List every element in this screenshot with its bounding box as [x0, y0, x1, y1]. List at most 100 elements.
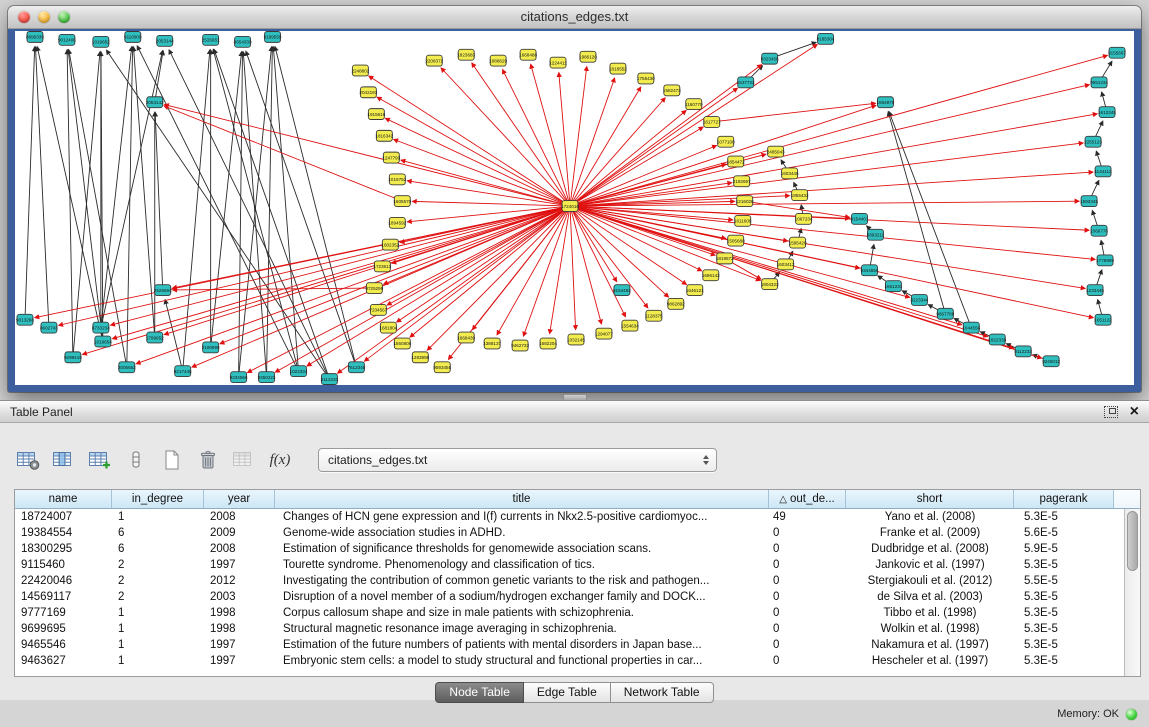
network-node[interactable]: 8112233 [321, 374, 339, 385]
network-node[interactable]: 1799652 [146, 332, 164, 343]
tab-edge-table[interactable]: Edge Table [524, 682, 611, 703]
network-node[interactable]: 1894592 [388, 217, 406, 228]
network-node[interactable]: 1617727 [703, 117, 721, 128]
network-node[interactable]: 1964879 [877, 97, 895, 108]
zoom-window-button[interactable] [58, 11, 70, 23]
network-edge[interactable] [59, 206, 570, 325]
network-node[interactable]: 9667788 [936, 308, 954, 319]
tab-node-table[interactable]: Node Table [435, 682, 524, 703]
network-edge[interactable] [169, 50, 329, 379]
network-node[interactable]: 2255123 [1084, 136, 1102, 147]
network-node[interactable]: 1128375 [645, 310, 663, 321]
network-edge[interactable] [570, 85, 1089, 206]
network-edge[interactable] [101, 47, 132, 328]
network-edge[interactable] [267, 47, 273, 377]
network-node[interactable]: 1088629 [489, 55, 507, 66]
network-node[interactable]: 1661231 [885, 281, 903, 292]
network-node[interactable]: 1646121 [686, 285, 704, 296]
network-edge[interactable] [377, 97, 570, 206]
network-edge[interactable] [155, 51, 163, 103]
network-node[interactable]: 1019652 [92, 36, 110, 47]
network-edge[interactable] [712, 103, 876, 122]
column-header-pagerank[interactable]: pagerank [1014, 490, 1114, 509]
table-row[interactable]: 1456911722003Disruption of a novel membe… [15, 589, 1125, 605]
network-node[interactable]: 9217446 [174, 366, 192, 377]
network-node[interactable]: 1651122 [1094, 314, 1112, 325]
table-row[interactable]: 1872400712008Changes of HCN gene express… [15, 509, 1125, 525]
network-edge[interactable] [307, 206, 570, 366]
network-node[interactable]: 2053142 [146, 97, 164, 108]
network-node[interactable]: 1915616 [367, 109, 385, 120]
network-edge[interactable] [472, 206, 570, 330]
show-columns-icon[interactable] [50, 447, 78, 473]
network-edge[interactable] [25, 47, 35, 320]
network-node[interactable]: 1854472 [727, 156, 745, 167]
table-mode-icon[interactable] [14, 447, 42, 473]
network-edge[interactable] [570, 206, 626, 317]
network-edge[interactable] [570, 98, 665, 206]
network-node[interactable]: 1816342 [375, 130, 393, 141]
network-node[interactable]: 1595420 [789, 237, 807, 248]
network-node[interactable]: 1044556 [962, 322, 980, 333]
network-node[interactable]: 9344556 [861, 265, 879, 276]
float-panel-icon[interactable] [1104, 406, 1118, 418]
network-node[interactable]: 1554634 [621, 320, 639, 331]
close-window-button[interactable] [18, 11, 30, 23]
network-node[interactable]: 1778899 [1096, 255, 1114, 266]
network-node[interactable]: 1603412 [777, 259, 795, 270]
network-node[interactable]: 1823683 [457, 49, 475, 60]
create-column-icon[interactable] [86, 447, 114, 473]
network-node[interactable]: 9155667 [1108, 47, 1126, 58]
network-node[interactable]: 9323456 [761, 53, 779, 64]
network-edge[interactable] [570, 206, 1093, 318]
function-builder-icon[interactable]: f(x) [266, 447, 294, 473]
network-node[interactable]: 9013298 [16, 314, 34, 325]
network-edge[interactable] [410, 206, 570, 337]
network-node[interactable]: 1818552 [609, 63, 627, 74]
network-node[interactable]: 7234567 [369, 304, 387, 315]
network-node[interactable]: 1067234 [795, 213, 813, 224]
network-node[interactable]: 1612345 [1098, 107, 1116, 118]
network-node[interactable]: 1724016 [561, 201, 579, 212]
network-node[interactable]: 9154401 [851, 213, 869, 224]
network-node[interactable]: 8654339 [234, 36, 252, 47]
network-node[interactable]: 1019752 [388, 174, 406, 185]
window-titlebar[interactable]: citations_edges.txt [8, 6, 1141, 29]
network-node[interactable]: 1668488 [519, 49, 537, 60]
table-row[interactable]: 969969511998Structural magnetic resonanc… [15, 621, 1125, 637]
network-node[interactable]: 2485043 [767, 146, 785, 157]
table-selector[interactable]: citations_edges.txt [318, 448, 717, 472]
table-row[interactable]: 946362711997Embryonic stem cells: a mode… [15, 653, 1125, 669]
table-row[interactable]: 977716911998Corpus callosum shape and si… [15, 605, 1125, 621]
network-node[interactable]: 1077100 [717, 136, 735, 147]
network-edge[interactable] [155, 112, 163, 290]
network-node[interactable]: 1032145 [567, 334, 585, 345]
scrollbar-thumb[interactable] [1127, 511, 1138, 571]
network-node[interactable]: 9234566 [230, 372, 248, 383]
network-node[interactable]: 9245012 [1042, 356, 1060, 367]
network-node[interactable]: 1019654 [94, 336, 112, 347]
network-edge[interactable] [570, 206, 988, 337]
network-node[interactable]: 1247793 [382, 152, 400, 163]
network-node[interactable]: 2053144 [156, 35, 174, 46]
network-edge[interactable] [106, 50, 329, 379]
network-edge[interactable] [37, 47, 103, 342]
network-node[interactable]: 1233445 [1086, 285, 1104, 296]
column-header-short[interactable]: short [846, 490, 1014, 509]
network-node[interactable]: 8699339 [26, 31, 44, 42]
network-edge[interactable] [133, 47, 154, 338]
table-row[interactable]: 946554611997Estimation of the future num… [15, 637, 1125, 653]
network-edge[interactable] [136, 206, 570, 364]
network-node[interactable]: 1505680 [727, 235, 745, 246]
network-edge[interactable] [570, 206, 962, 325]
network-node[interactable]: 1986120 [579, 51, 597, 62]
network-node[interactable]: 9199559 [264, 31, 282, 42]
network-edge[interactable] [570, 206, 1042, 358]
network-edge[interactable] [239, 52, 243, 377]
network-node[interactable]: 1144112 [1094, 166, 1112, 177]
network-edge[interactable] [401, 160, 570, 206]
network-node[interactable]: 2248802 [351, 65, 369, 76]
column-header-name[interactable]: name [15, 490, 112, 509]
network-node[interactable]: 8602743 [40, 322, 58, 333]
network-node[interactable]: 1537722 [737, 77, 755, 88]
